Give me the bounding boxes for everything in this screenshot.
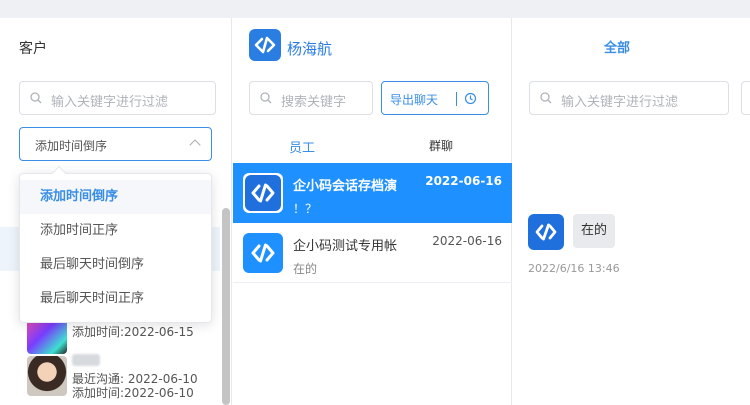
- export-chat-button[interactable]: 导出聊天: [381, 81, 489, 115]
- conversation-date: 2022-06-16: [425, 174, 502, 188]
- chat-filter-placeholder: 输入关键字进行过滤: [561, 95, 679, 110]
- customer-add-time: 添加时间:2022-06-15: [72, 325, 194, 339]
- conversation-avatar: [243, 173, 283, 213]
- sort-option-chat-asc[interactable]: 最后聊天时间正序: [20, 282, 211, 316]
- conversation-preview: 在的: [293, 262, 318, 276]
- sort-select-value: 添加时间倒序: [35, 139, 108, 153]
- search-icon: [540, 92, 552, 104]
- code-logo-icon: [251, 183, 275, 203]
- customer-name-blurred: [72, 354, 100, 366]
- customer-add-time: 添加时间:2022-06-10: [72, 386, 194, 400]
- export-divider: [456, 92, 457, 106]
- chat-extra-button[interactable]: [741, 81, 750, 115]
- sort-option-add-desc[interactable]: 添加时间倒序: [20, 180, 211, 214]
- customer-panel: 客户 输入关键字进行过滤 添加时间倒序 添加时间:2022-06-15 最近沟通…: [0, 18, 232, 405]
- message-timestamp: 2022/6/16 13:46: [528, 262, 620, 275]
- sort-select[interactable]: 添加时间倒序: [19, 127, 212, 161]
- chat-filter-input[interactable]: 输入关键字进行过滤: [529, 81, 729, 115]
- export-chat-label: 导出聊天: [390, 93, 439, 107]
- dropdown-arrow: [51, 165, 67, 181]
- message-bubble: 在的: [573, 214, 615, 248]
- chat-messages: 在的 2022/6/16 13:46: [513, 127, 750, 405]
- search-icon: [260, 92, 272, 104]
- sort-dropdown-menu: 添加时间倒序 添加时间正序 最后聊天时间倒序 最后聊天时间正序: [19, 165, 212, 323]
- top-strip: [0, 0, 750, 18]
- customer-panel-title: 客户: [19, 41, 47, 57]
- conversation-date: 2022-06-16: [432, 234, 502, 248]
- sort-option-add-asc[interactable]: 添加时间正序: [20, 214, 211, 248]
- conversation-avatar: [243, 233, 283, 273]
- conversation-item[interactable]: 企小码会话存档演 2022-06-16 ！？: [233, 163, 512, 223]
- conversation-name: 企小码测试专用帐: [293, 239, 398, 254]
- employee-search-input[interactable]: 搜索关键字: [249, 81, 373, 115]
- chevron-up-icon: [189, 139, 201, 151]
- employee-avatar: [249, 29, 281, 61]
- employee-search-placeholder: 搜索关键字: [281, 95, 347, 110]
- sort-option-chat-desc[interactable]: 最后聊天时间倒序: [20, 248, 211, 282]
- code-logo-icon: [254, 36, 276, 54]
- customer-list-scrollbar[interactable]: [222, 208, 230, 405]
- code-logo-icon: [535, 223, 557, 241]
- customer-filter-placeholder: 输入关键字进行过滤: [51, 95, 169, 110]
- search-icon: [30, 92, 42, 104]
- conversation-preview: ！？: [293, 202, 318, 216]
- chat-filter-all[interactable]: 全部: [604, 37, 630, 56]
- customer-avatar: [27, 356, 67, 396]
- tab-group-chat[interactable]: 群聊: [429, 137, 453, 154]
- customer-filter-input[interactable]: 输入关键字进行过滤: [19, 81, 216, 115]
- code-logo-icon: [251, 243, 275, 263]
- tab-employee[interactable]: 员工: [289, 137, 315, 156]
- chat-panel: 全部 输入关键字进行过滤 在的 2022/6/16 13:46: [513, 18, 750, 405]
- message-avatar: [528, 214, 564, 250]
- employee-panel: 杨海航 搜索关键字 导出聊天 员工 群聊 企小码会话存档演 2022-06-16…: [233, 18, 512, 405]
- conversation-tabs: 员工 群聊: [233, 127, 512, 163]
- history-icon[interactable]: [464, 92, 477, 105]
- conversation-item[interactable]: 企小码测试专用帐 2022-06-16 在的: [233, 223, 512, 283]
- employee-name: 杨海航: [287, 40, 333, 58]
- customer-row[interactable]: 最近沟通: 2022-06-10 添加时间:2022-06-10: [0, 350, 220, 405]
- conversation-name: 企小码会话存档演: [293, 179, 398, 194]
